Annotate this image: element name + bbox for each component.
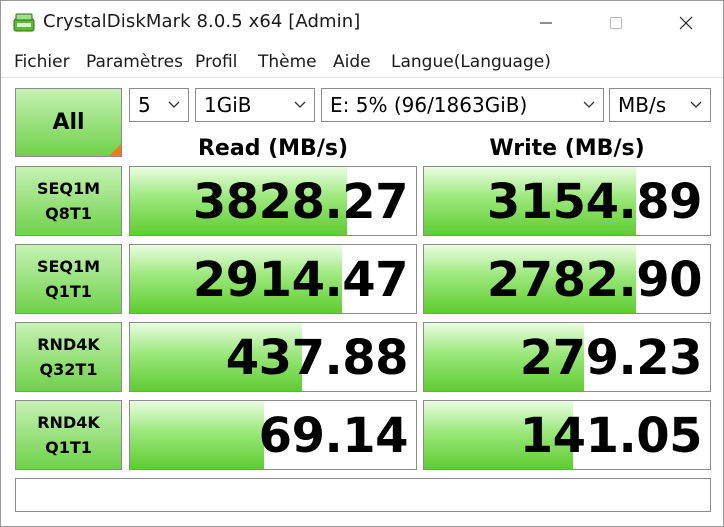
read-result-value: 437.88 <box>225 330 409 386</box>
write-result-value: 279.23 <box>519 330 703 386</box>
test-button-rnd4k-q1t1[interactable]: RND4K Q1T1 <box>15 400 122 470</box>
read-result-cell: 2914.47 <box>129 244 417 314</box>
write-result-value: 141.05 <box>519 408 703 464</box>
minimize-icon <box>540 22 552 24</box>
menu-bar: Fichier Paramètres Profil Thème Aide Lan… <box>1 45 723 78</box>
menu-profil[interactable]: Profil <box>195 52 237 72</box>
write-result-value: 3154.89 <box>486 174 703 230</box>
benchmark-panel: All 5 1GiB E: 5% (96/1863GiB) MB/s Read … <box>1 78 723 526</box>
read-result-cell: 437.88 <box>129 322 417 392</box>
chevron-down-icon <box>168 101 180 108</box>
title-bar[interactable]: CrystalDiskMark 8.0.5 x64 [Admin] <box>1 1 723 45</box>
read-result-value: 3828.27 <box>192 174 409 230</box>
chevron-down-icon <box>583 101 595 108</box>
test-button-seq1m-q1t1[interactable]: SEQ1M Q1T1 <box>15 244 122 314</box>
test-label-line1: SEQ1M <box>36 179 101 198</box>
read-result-cell: 69.14 <box>129 400 417 470</box>
app-disk-icon <box>13 13 35 33</box>
menu-aide[interactable]: Aide <box>333 52 371 72</box>
test-button-rnd4k-q32t1[interactable]: RND4K Q32T1 <box>15 322 122 392</box>
close-button[interactable] <box>663 1 709 45</box>
minimize-button[interactable] <box>523 1 569 45</box>
write-result-value: 2782.90 <box>486 252 703 308</box>
drive-select[interactable]: E: 5% (96/1863GiB) <box>321 88 604 122</box>
read-column-header: Read (MB/s) <box>197 136 348 161</box>
size-value: 1GiB <box>204 93 252 117</box>
test-button-seq1m-q8t1[interactable]: SEQ1M Q8T1 <box>15 166 122 236</box>
test-label-line2: Q32T1 <box>39 360 98 379</box>
write-result-cell: 3154.89 <box>423 166 711 236</box>
maximize-icon <box>610 17 622 29</box>
write-result-cell: 2782.90 <box>423 244 711 314</box>
read-result-value: 2914.47 <box>192 252 409 308</box>
size-select[interactable]: 1GiB <box>195 88 315 122</box>
unit-select[interactable]: MB/s <box>609 88 711 122</box>
write-result-cell: 141.05 <box>423 400 711 470</box>
drive-value: E: 5% (96/1863GiB) <box>330 93 528 117</box>
test-label-line1: RND4K <box>37 413 100 432</box>
corner-marker <box>109 144 121 156</box>
read-result-cell: 3828.27 <box>129 166 417 236</box>
write-result-cell: 279.23 <box>423 322 711 392</box>
window-title: CrystalDiskMark 8.0.5 x64 [Admin] <box>43 11 361 32</box>
all-button[interactable]: All <box>15 88 122 157</box>
app-window: CrystalDiskMark 8.0.5 x64 [Admin] Fichie… <box>0 0 724 527</box>
chevron-down-icon <box>690 101 702 108</box>
count-value: 5 <box>138 93 151 117</box>
comment-input[interactable] <box>15 478 711 512</box>
write-column-header: Write (MB/s) <box>489 136 645 161</box>
menu-fichier[interactable]: Fichier <box>14 52 70 72</box>
test-label-line2: Q1T1 <box>45 282 92 301</box>
unit-value: MB/s <box>618 93 667 117</box>
test-label-line2: Q8T1 <box>45 204 92 223</box>
maximize-button[interactable] <box>593 1 639 45</box>
close-icon <box>679 16 693 30</box>
read-progress-bar <box>130 401 265 469</box>
menu-langue[interactable]: Langue(Language) <box>391 52 551 72</box>
test-label-line2: Q1T1 <box>45 438 92 457</box>
count-select[interactable]: 5 <box>129 88 189 122</box>
menu-theme[interactable]: Thème <box>258 52 317 72</box>
all-button-label: All <box>52 110 85 135</box>
test-label-line1: SEQ1M <box>36 257 101 276</box>
menu-parametres[interactable]: Paramètres <box>86 52 183 72</box>
read-result-value: 69.14 <box>258 408 409 464</box>
test-label-line1: RND4K <box>37 335 100 354</box>
chevron-down-icon <box>294 101 306 108</box>
